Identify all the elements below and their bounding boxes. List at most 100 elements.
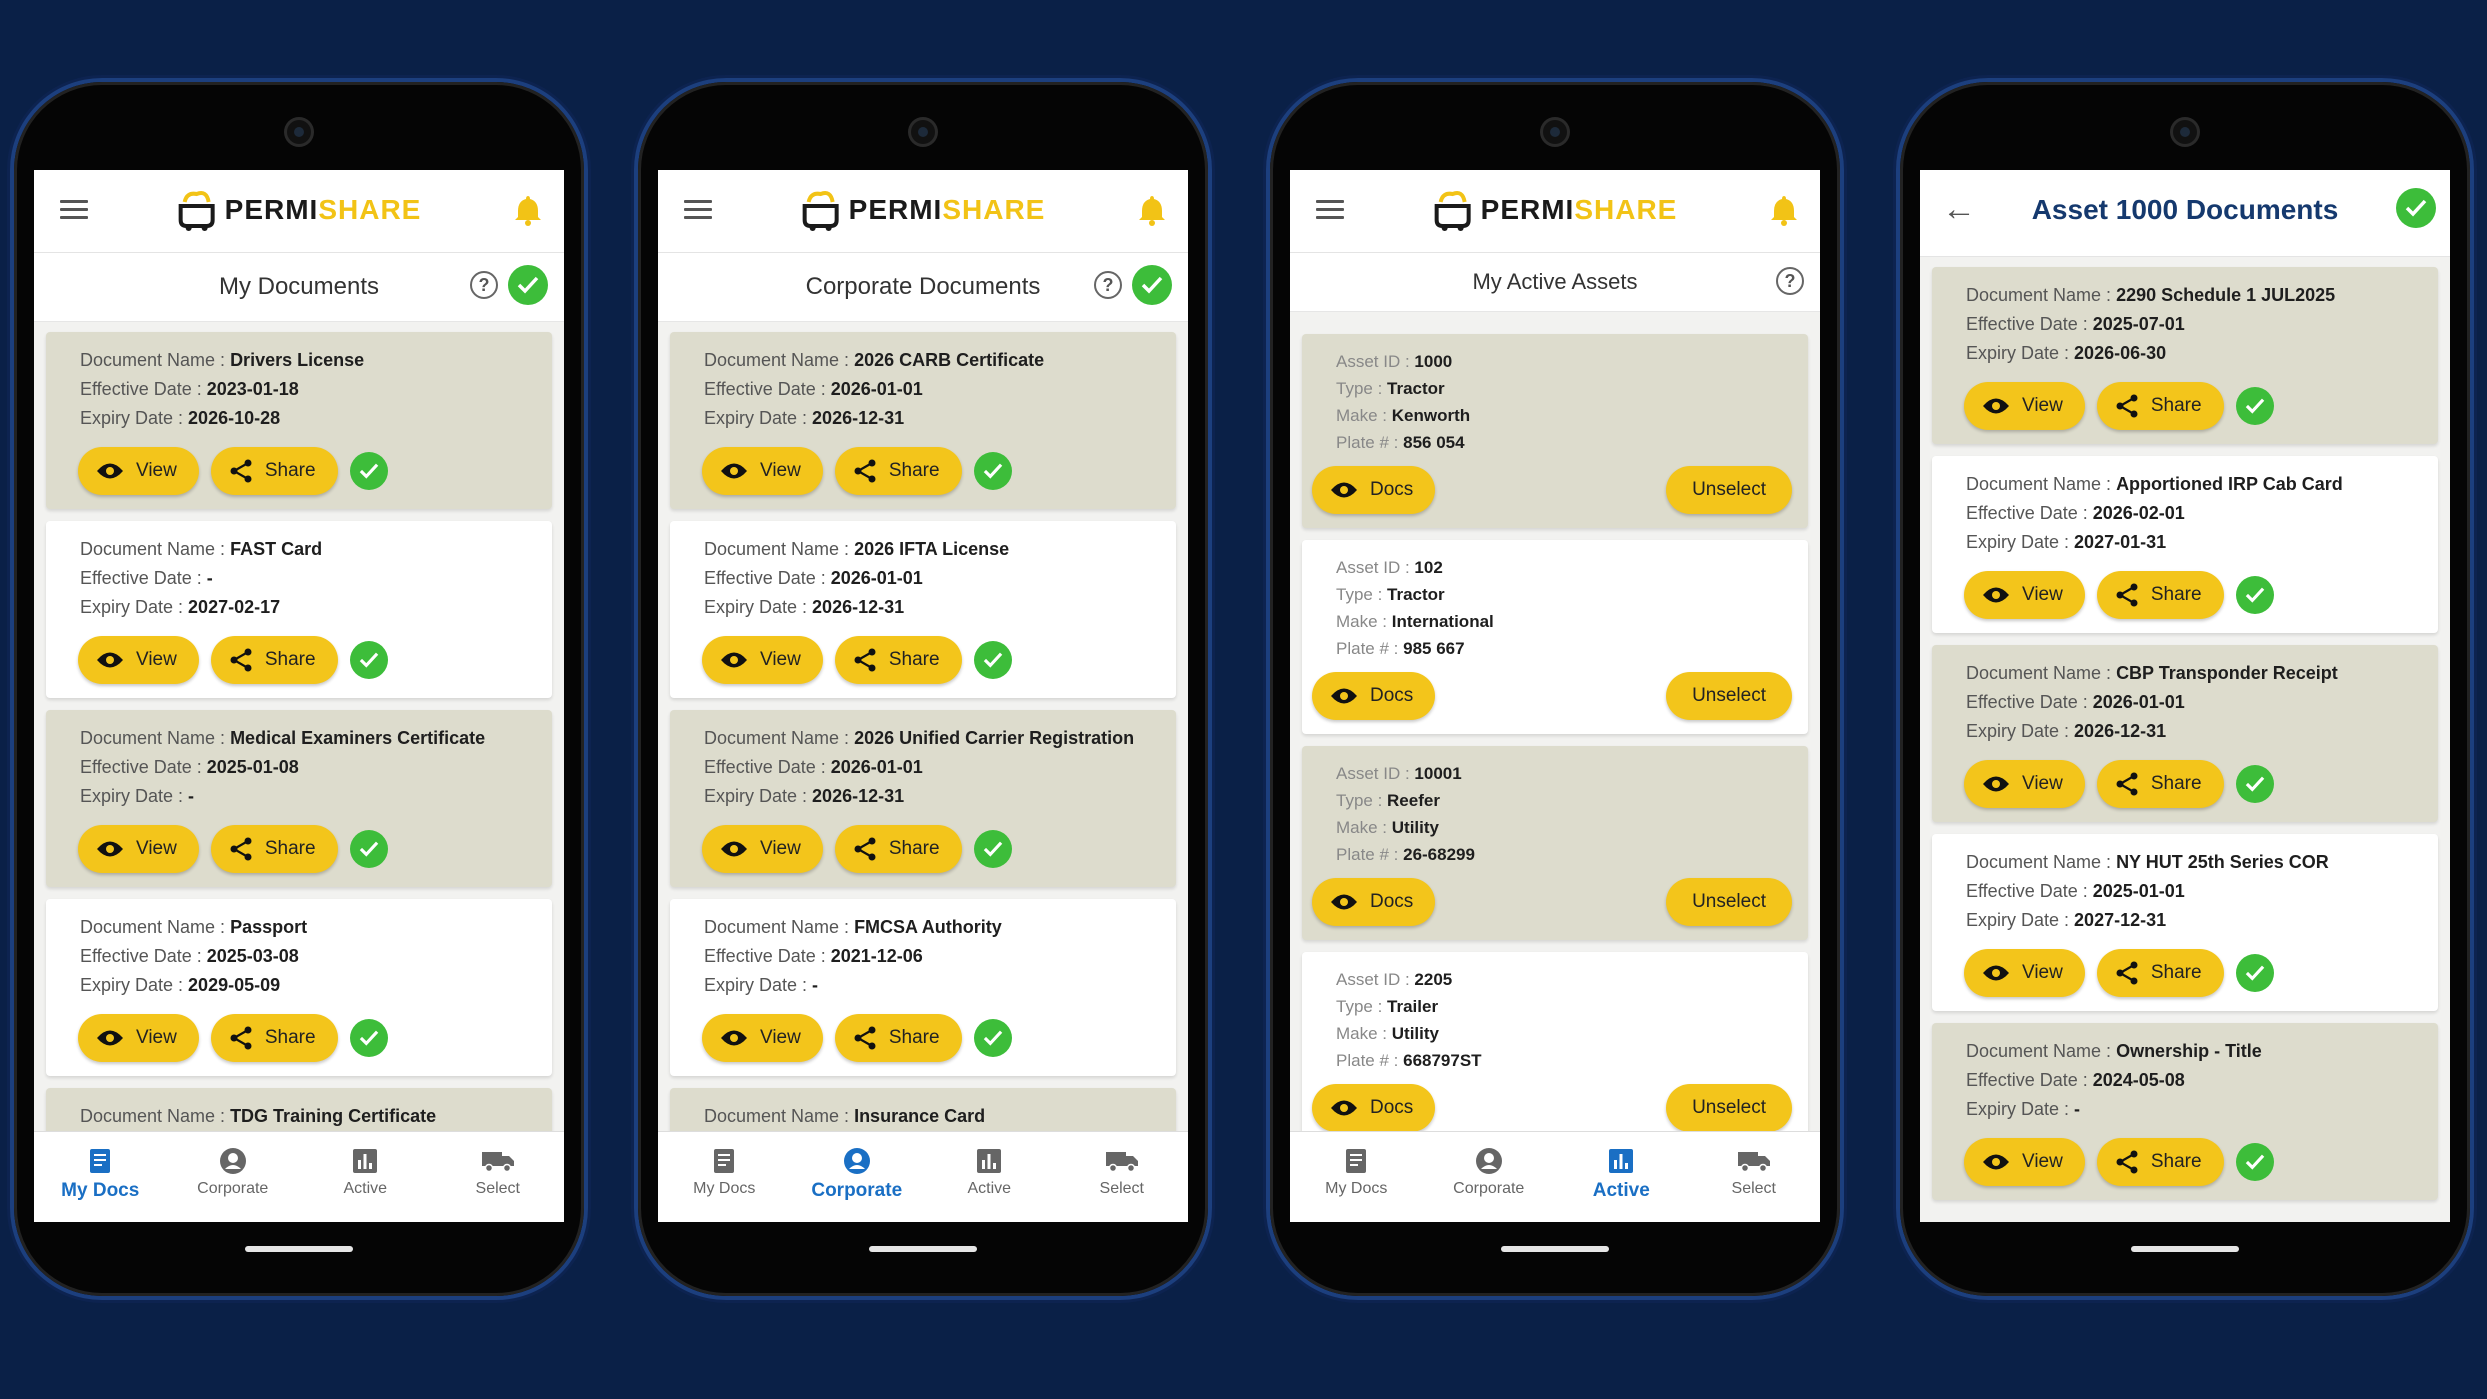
hamburger-menu-icon[interactable] bbox=[684, 200, 712, 220]
nav-active[interactable]: Active bbox=[1555, 1132, 1688, 1222]
effective-date-row: Effective Date : 2025-07-01 bbox=[1966, 314, 2185, 334]
selected-check-icon[interactable] bbox=[349, 830, 388, 868]
selected-check-icon[interactable] bbox=[349, 452, 388, 490]
docs-button[interactable]: Docs bbox=[1312, 1084, 1436, 1132]
select-all-check-icon[interactable] bbox=[508, 265, 548, 305]
share-icon bbox=[2116, 583, 2138, 607]
asset-type-row: Type : Tractor bbox=[1336, 585, 1445, 604]
docs-button[interactable]: Docs bbox=[1312, 672, 1436, 720]
doc-name-row: Document Name : 2026 Unified Carrier Reg… bbox=[704, 728, 1135, 748]
docs-button[interactable]: Docs bbox=[1312, 878, 1436, 926]
user-circle-icon bbox=[1475, 1148, 1502, 1174]
effective-date-row: Effective Date : 2026-01-01 bbox=[704, 568, 923, 588]
share-button[interactable]: Share bbox=[2096, 571, 2224, 619]
logo-text-permi: PERMI bbox=[224, 194, 319, 225]
doc-name-row: Document Name : FMCSA Authority bbox=[704, 917, 1002, 937]
eye-icon bbox=[721, 463, 747, 479]
nav-corporate[interactable]: Corporate bbox=[1423, 1132, 1556, 1222]
select-all-check-icon[interactable] bbox=[1132, 265, 1172, 305]
view-button[interactable]: View bbox=[1964, 382, 2085, 430]
help-icon[interactable]: ? bbox=[1094, 271, 1122, 299]
nav-select[interactable]: Select bbox=[1688, 1132, 1821, 1222]
logo-text-permi: PERMI bbox=[1480, 194, 1575, 225]
share-button[interactable]: Share bbox=[2096, 949, 2224, 997]
share-button[interactable]: Share bbox=[834, 825, 962, 873]
view-button[interactable]: View bbox=[78, 825, 199, 873]
eye-icon bbox=[721, 1030, 747, 1046]
eye-icon bbox=[1331, 894, 1357, 910]
bell-icon[interactable] bbox=[1138, 194, 1166, 226]
doc-name-row: Document Name : 2026 CARB Certificate bbox=[704, 350, 1045, 370]
view-button[interactable]: View bbox=[1964, 571, 2085, 619]
nav-select[interactable]: Select bbox=[1056, 1132, 1189, 1222]
selected-check-icon[interactable] bbox=[973, 641, 1012, 679]
selected-check-icon[interactable] bbox=[973, 1019, 1012, 1057]
doc-name-row: Document Name : Insurance Card bbox=[704, 1106, 986, 1126]
unselect-button[interactable]: Unselect bbox=[1666, 466, 1792, 514]
truck-icon bbox=[1737, 1152, 1770, 1173]
page-title: My Active Assets bbox=[1472, 269, 1638, 294]
view-button[interactable]: View bbox=[1964, 1138, 2085, 1186]
bell-icon[interactable] bbox=[1770, 194, 1798, 226]
selected-check-icon[interactable] bbox=[2235, 765, 2274, 803]
help-icon[interactable]: ? bbox=[470, 271, 498, 299]
selected-check-icon[interactable] bbox=[2235, 576, 2274, 614]
nav-select[interactable]: Select bbox=[432, 1132, 565, 1222]
screen: PERMI SHARE My Documents ? Document Name … bbox=[34, 170, 564, 1222]
selected-check-icon[interactable] bbox=[973, 830, 1012, 868]
share-button[interactable]: Share bbox=[210, 825, 338, 873]
share-button[interactable]: Share bbox=[834, 1014, 962, 1062]
view-button[interactable]: View bbox=[78, 636, 199, 684]
view-button[interactable]: View bbox=[78, 1014, 199, 1062]
nav-active[interactable]: Active bbox=[923, 1132, 1056, 1222]
share-button[interactable]: Share bbox=[834, 447, 962, 495]
nav-my-docs[interactable]: My Docs bbox=[34, 1132, 167, 1222]
view-button[interactable]: View bbox=[702, 636, 823, 684]
nav-active[interactable]: Active bbox=[299, 1132, 432, 1222]
phone-my-documents: PERMI SHARE My Documents ? Document Name … bbox=[14, 82, 584, 1296]
asset-id-row: Asset ID : 102 bbox=[1336, 558, 1443, 577]
share-button[interactable]: Share bbox=[2096, 382, 2224, 430]
unselect-button[interactable]: Unselect bbox=[1666, 672, 1792, 720]
asset-type-row: Type : Trailer bbox=[1336, 997, 1439, 1016]
share-button[interactable]: Share bbox=[210, 447, 338, 495]
doc-name-row: Document Name : FAST Card bbox=[80, 539, 323, 559]
share-button[interactable]: Share bbox=[210, 1014, 338, 1062]
unselect-button[interactable]: Unselect bbox=[1666, 878, 1792, 926]
view-button[interactable]: View bbox=[702, 1014, 823, 1062]
nav-corporate[interactable]: Corporate bbox=[167, 1132, 300, 1222]
asset-plate-row: Plate # : 856 054 bbox=[1336, 433, 1465, 452]
selected-check-icon[interactable] bbox=[973, 452, 1012, 490]
view-button[interactable]: View bbox=[78, 447, 199, 495]
unselect-button[interactable]: Unselect bbox=[1666, 1084, 1792, 1132]
docs-button[interactable]: Docs bbox=[1312, 466, 1436, 514]
share-button[interactable]: Share bbox=[834, 636, 962, 684]
help-icon[interactable]: ? bbox=[1776, 267, 1804, 295]
share-button[interactable]: Share bbox=[210, 636, 338, 684]
nav-my-docs[interactable]: My Docs bbox=[1290, 1132, 1423, 1222]
bell-icon[interactable] bbox=[514, 194, 542, 226]
view-button[interactable]: View bbox=[702, 447, 823, 495]
share-button[interactable]: Share bbox=[2096, 1138, 2224, 1186]
eye-icon bbox=[1331, 1100, 1357, 1116]
view-button[interactable]: View bbox=[1964, 949, 2085, 997]
view-button[interactable]: View bbox=[702, 825, 823, 873]
logo-mark-icon bbox=[802, 191, 839, 231]
share-icon bbox=[854, 837, 876, 861]
document-card: Document Name : 2026 CARB Certificate Ef… bbox=[670, 332, 1176, 509]
selected-check-icon[interactable] bbox=[2235, 1143, 2274, 1181]
page-title-bar: My Documents ? bbox=[34, 253, 564, 322]
nav-my-docs[interactable]: My Docs bbox=[658, 1132, 791, 1222]
selected-check-icon[interactable] bbox=[2235, 954, 2274, 992]
nav-corporate[interactable]: Corporate bbox=[791, 1132, 924, 1222]
hamburger-menu-icon[interactable] bbox=[1316, 200, 1344, 220]
select-all-check-icon[interactable] bbox=[2396, 188, 2436, 228]
eye-icon bbox=[97, 1030, 123, 1046]
selected-check-icon[interactable] bbox=[2235, 387, 2274, 425]
hamburger-menu-icon[interactable] bbox=[60, 200, 88, 220]
selected-check-icon[interactable] bbox=[349, 1019, 388, 1057]
selected-check-icon[interactable] bbox=[349, 641, 388, 679]
view-button[interactable]: View bbox=[1964, 760, 2085, 808]
share-button[interactable]: Share bbox=[2096, 760, 2224, 808]
asset-id-row: Asset ID : 2205 bbox=[1336, 970, 1453, 989]
